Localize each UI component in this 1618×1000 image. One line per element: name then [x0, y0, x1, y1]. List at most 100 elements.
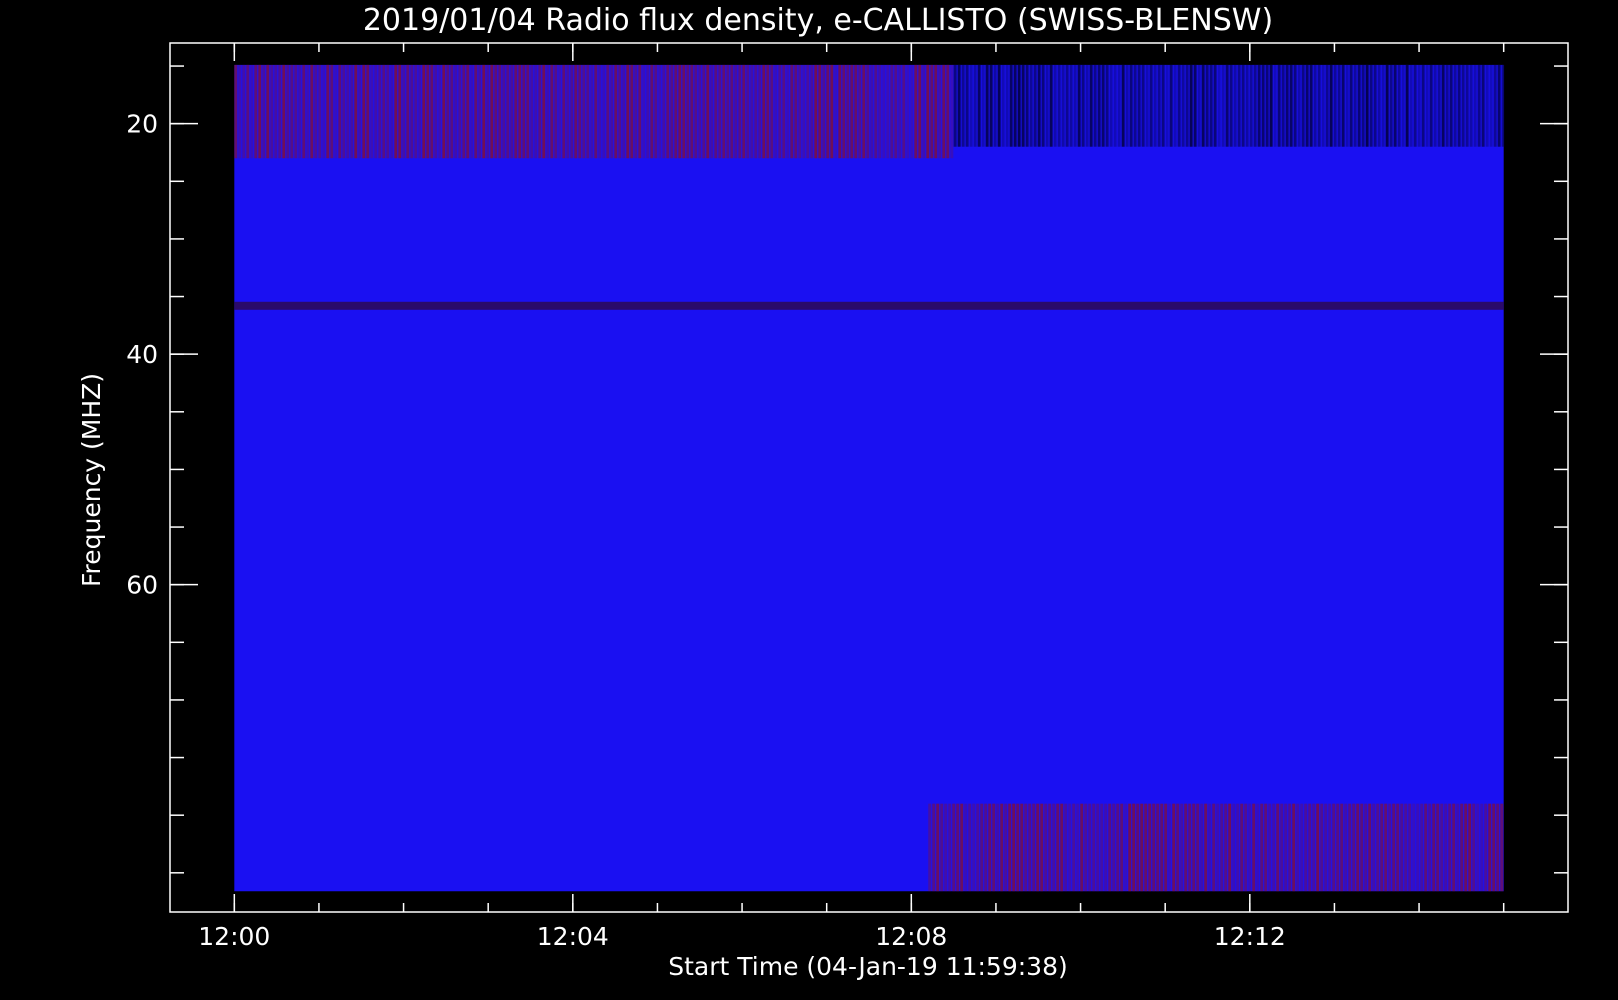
heatmap-cell [1364, 803, 1368, 892]
heatmap-cell [1108, 803, 1112, 892]
heatmap-cell [1444, 803, 1448, 892]
heatmap-cell [714, 64, 718, 159]
heatmap-cell [1168, 803, 1172, 892]
heatmap-cell [550, 64, 554, 159]
heatmap-cell [410, 64, 414, 159]
heatmap-cell [470, 64, 474, 159]
heatmap-cell [1440, 803, 1444, 892]
heatmap-cell [1164, 803, 1168, 892]
heatmap-cell [1049, 64, 1053, 147]
heatmap-cell [446, 64, 450, 159]
x-axis-label: Start Time (04-Jan-19 11:59:38) [668, 952, 1067, 981]
heatmap-cell [538, 64, 542, 159]
heatmap-cell [1368, 803, 1372, 892]
heatmap-cell [898, 64, 902, 159]
heatmap-cell [838, 64, 842, 159]
heatmap-cell [1101, 64, 1105, 147]
heatmap-cell [1348, 803, 1352, 892]
heatmap-cell [936, 803, 940, 892]
x-tick-label: 12:00 [198, 922, 270, 951]
chart-title: 2019/01/04 Radio flux density, e-CALLIST… [363, 3, 1273, 38]
heatmap-cell [1104, 803, 1108, 892]
heatmap-cell [678, 64, 682, 159]
heatmap-cell [965, 64, 969, 147]
heatmap-cell [262, 64, 266, 159]
heatmap-cell [932, 803, 936, 892]
heatmap-cell [948, 803, 952, 892]
heatmap-cell [1177, 64, 1181, 147]
heatmap-cell [366, 64, 370, 159]
heatmap-cell [1473, 64, 1477, 147]
heatmap-cell [738, 64, 742, 159]
heatmap-cell [1257, 64, 1261, 147]
heatmap-cell [1076, 803, 1080, 892]
heatmap-cell [1208, 803, 1212, 892]
heatmap-cell [972, 803, 976, 892]
heatmap-cell [1196, 803, 1200, 892]
heatmap-cell [1020, 803, 1024, 892]
heatmap-cell [1052, 803, 1056, 892]
heatmap-cell [614, 64, 618, 159]
heatmap-cell [894, 64, 898, 159]
heatmap-cell [1416, 803, 1420, 892]
heatmap-cell [1485, 64, 1489, 147]
heatmap-cell [834, 64, 838, 159]
heatmap-cell [242, 64, 246, 159]
heatmap-cell [882, 64, 886, 159]
heatmap-cell [1125, 64, 1129, 147]
heatmap-cell [1132, 803, 1136, 892]
heatmap-cell [1293, 64, 1297, 147]
heatmap-cell [422, 64, 426, 159]
heatmap-cell [1445, 64, 1449, 147]
heatmap-cell [1149, 64, 1153, 147]
heatmap-cell [1225, 64, 1229, 147]
heatmap-cell [406, 64, 410, 159]
heatmap-cell [1256, 803, 1260, 892]
heatmap-cell [1228, 803, 1232, 892]
heatmap-cell [1469, 64, 1473, 147]
heatmap-cell [1081, 64, 1085, 147]
heatmap-cell [1353, 64, 1357, 147]
heatmap-cell [1180, 803, 1184, 892]
heatmap-cell [1233, 64, 1237, 147]
heatmap-cell [1128, 803, 1132, 892]
heatmap-cell [1244, 803, 1248, 892]
heatmap-cell [486, 64, 490, 159]
heatmap-cell [1016, 803, 1020, 892]
heatmap-cell [1077, 64, 1081, 147]
heatmap-cell [1361, 64, 1365, 147]
heatmap-cell [1096, 803, 1100, 892]
heatmap-cell [1284, 803, 1288, 892]
heatmap-cell [374, 64, 378, 159]
heatmap-cell [862, 64, 866, 159]
heatmap-cell [1184, 803, 1188, 892]
heatmap-cell [458, 64, 462, 159]
heatmap-cell [342, 64, 346, 159]
heatmap-cell [618, 64, 622, 159]
heatmap-cell [418, 64, 422, 159]
y-axis-label: Frequency (MHZ) [77, 373, 106, 587]
heatmap-cell [942, 64, 946, 159]
heatmap-cell [902, 64, 906, 159]
heatmap-cell [1372, 803, 1376, 892]
heatmap-cell [1496, 803, 1500, 892]
heatmap-cell [1021, 64, 1025, 147]
heatmap-cell [961, 64, 965, 147]
heatmap-cell [1420, 803, 1424, 892]
heatmap-cell [694, 64, 698, 159]
heatmap-cell [290, 64, 294, 159]
heatmap-cell [326, 64, 330, 159]
heatmap-cell [1032, 803, 1036, 892]
heatmap-cell [1137, 64, 1141, 147]
heatmap-cell [1224, 803, 1228, 892]
heatmap-cell [866, 64, 870, 159]
heatmap-cell [1261, 64, 1265, 147]
heatmap-cell [1276, 803, 1280, 892]
heatmap-cell [526, 64, 530, 159]
heatmap-cell [1305, 64, 1309, 147]
heatmap-cell [914, 64, 918, 159]
heatmap-cell [1268, 803, 1272, 892]
heatmap-cell [1004, 803, 1008, 892]
heatmap-cell [662, 64, 666, 159]
heatmap-cell [1457, 64, 1461, 147]
